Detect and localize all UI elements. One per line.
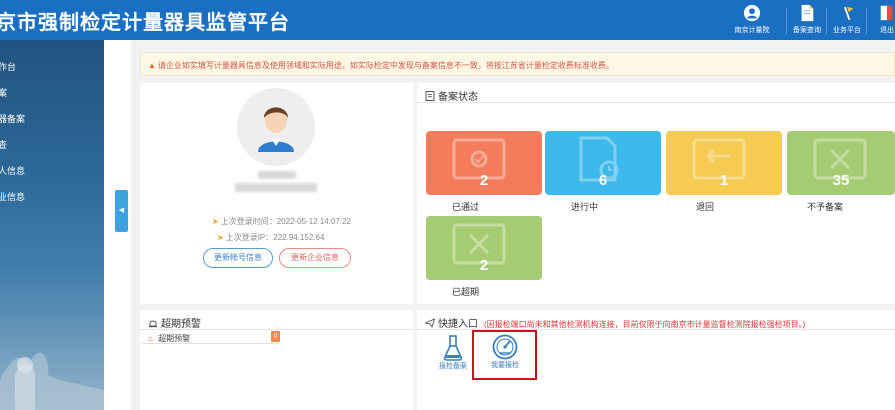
notice-banner: ▲ 请企业如实填写计量器具信息及使用领域和实际用途，如实际检定中发现与备案信息不一… — [140, 52, 895, 76]
status-tile-overdue[interactable]: 2 — [426, 216, 542, 280]
in-progress-count: 6 — [598, 172, 608, 189]
sidebar-toggle-button[interactable]: ◀ — [115, 190, 128, 232]
nav-institute[interactable]: 南京计量院 — [728, 2, 776, 38]
flask-icon — [443, 335, 463, 361]
alarm-icon — [149, 320, 157, 328]
logout-icon — [880, 5, 893, 21]
approved-label: 已通过 — [452, 202, 480, 212]
returned-label: 退回 — [696, 202, 715, 212]
username-redacted — [258, 171, 296, 179]
top-header: 京市强制检定计量器具监管平台 南京计量院 备案查询 业务平台 退出 — [0, 0, 895, 40]
returned-count: 1 — [719, 172, 729, 189]
flag-icon — [843, 6, 854, 21]
approved-count: 2 — [479, 172, 489, 189]
status-tile-returned[interactable]: 1 — [666, 131, 782, 195]
row-divider — [142, 343, 279, 344]
rejected-label: 不予备案 — [807, 202, 844, 212]
location-arrow-icon: ➤ — [212, 217, 219, 226]
rejected-count: 35 — [832, 172, 850, 189]
overdue-label: 已超期 — [452, 287, 480, 297]
sidebar-background-art — [0, 352, 104, 410]
nav-logout[interactable]: 退出 — [863, 2, 895, 38]
sidebar-item-company-info[interactable]: 业信息 — [0, 190, 25, 203]
overdue-count: 2 — [479, 257, 489, 274]
sidebar: 作台 案 器备案 查 人信息 业信息 — [0, 40, 104, 410]
location-arrow-icon: ➤ — [217, 233, 224, 242]
avatar — [237, 88, 315, 166]
sidebar-item-workbench[interactable]: 作台 — [0, 60, 16, 73]
quick-item-inspection-record-label: 报检备案 — [439, 363, 467, 370]
update-company-button[interactable]: 更新企业信息 — [279, 248, 351, 268]
last-login-time-text: 上次登录时间：2022-05-12 14:07:22 — [220, 217, 351, 226]
document-icon — [801, 4, 814, 22]
company-name-redacted — [235, 183, 317, 192]
quick-item-inspection-record[interactable]: 报检备案 — [436, 335, 470, 371]
sidebar-item-personal-info[interactable]: 人信息 — [0, 164, 25, 177]
sidebar-item-query[interactable]: 查 — [0, 138, 7, 151]
status-tile-rejected[interactable]: 35 — [787, 131, 895, 195]
nav-logout-label: 退出 — [880, 27, 894, 34]
overdue-warning-count: 0 — [271, 331, 280, 342]
quick-entry-note: (因报检端口尚未和其他检测机构连接，目前仅限于向南京市计量监督检测院报检强检项目… — [484, 320, 806, 329]
status-tile-approved[interactable]: 2 — [426, 131, 542, 195]
sidebar-item-instrument-record[interactable]: 器备案 — [0, 112, 25, 125]
overdue-warning-title: 超期预警 — [161, 319, 201, 330]
overdue-warning-header: 超期预警 — [140, 310, 413, 330]
alarm-light-icon: ♨ — [147, 334, 155, 343]
last-login-time: ➤ 上次登录时间：2022-05-12 14:07:22 — [212, 216, 351, 227]
last-login-ip-text: 上次登录IP：222.94.152.64 — [225, 233, 325, 242]
send-icon — [425, 318, 435, 328]
avatar-icon — [743, 4, 761, 22]
quick-entry-title: 快捷入口 — [438, 319, 478, 330]
record-status-title: 备案状态 — [438, 92, 478, 103]
list-document-icon — [425, 91, 435, 101]
quick-entry-header: 快捷入口 (因报检端口尚未和其他检测机构连接，目前仅限于向南京市计量监督检测院报检… — [417, 310, 895, 330]
update-account-button[interactable]: 更新帐号信息 — [203, 248, 273, 268]
in-progress-label: 进行中 — [571, 202, 599, 212]
warning-icon: ▲ — [148, 61, 156, 70]
nav-institute-label: 南京计量院 — [734, 27, 770, 34]
overdue-warning-row-label: 超期预警 — [158, 334, 191, 343]
app-title: 京市强制检定计量器具监管平台 — [0, 12, 290, 34]
notice-text: 请企业如实填写计量器具信息及使用领域和实际用途，如实际检定中发现与备案信息不一致… — [157, 61, 614, 70]
sidebar-item-record[interactable]: 案 — [0, 86, 7, 99]
user-avatar-icon — [258, 107, 294, 152]
last-login-ip: ➤ 上次登录IP：222.94.152.64 — [217, 232, 324, 243]
overdue-warning-panel: 超期预警 — [140, 310, 413, 410]
record-status-header: 备案状态 — [417, 83, 895, 103]
highlight-box — [472, 330, 537, 380]
status-tile-in-progress[interactable]: 6 — [545, 131, 661, 195]
